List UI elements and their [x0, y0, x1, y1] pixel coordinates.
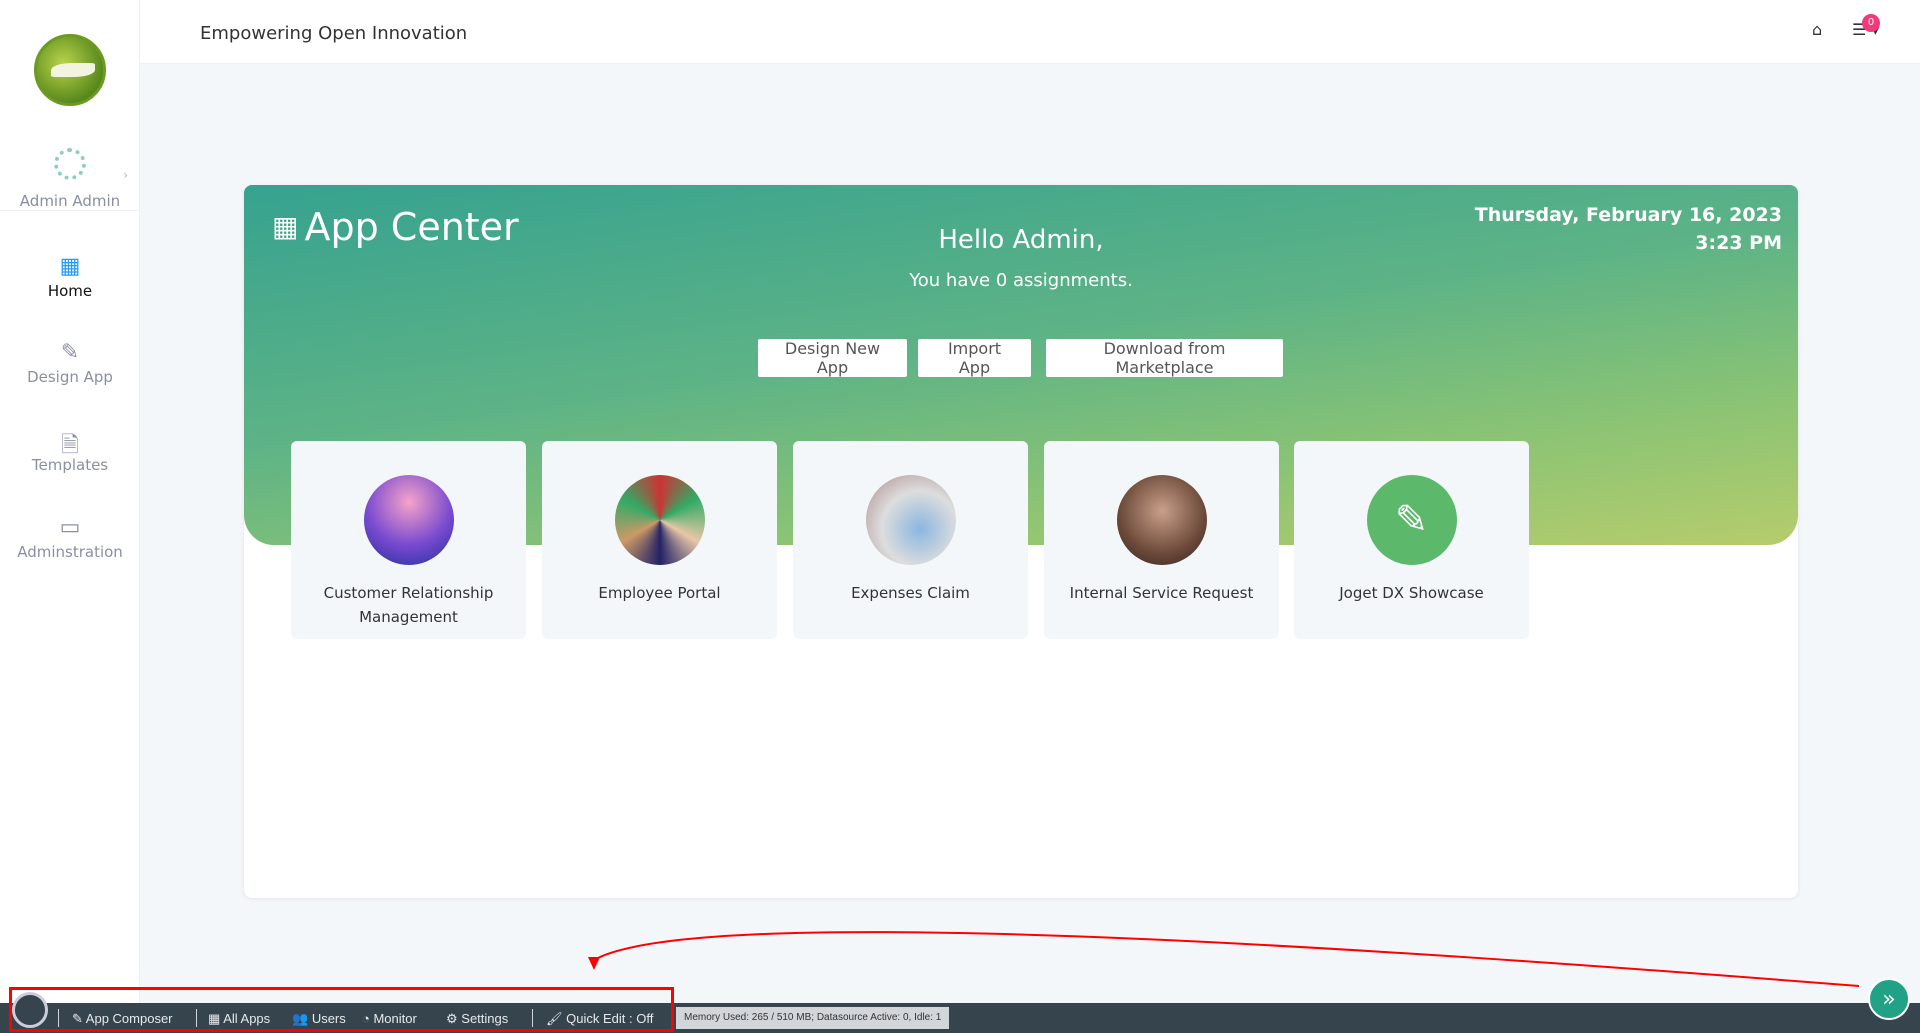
quick-edit-toggle[interactable]: 🖌 Quick Edit : Off	[546, 1011, 653, 1027]
divider	[196, 1009, 197, 1027]
double-chevron-right-icon: »	[1882, 987, 1896, 1012]
users-link[interactable]: 👥 Users	[292, 1011, 346, 1027]
edit-icon: ✎	[72, 1011, 86, 1026]
brush-icon: 🖌	[546, 1011, 567, 1026]
divider	[532, 1009, 533, 1027]
users-icon: 👥	[292, 1011, 312, 1026]
grid-icon: ▦	[208, 1011, 224, 1026]
annotation-arrow	[588, 931, 1860, 987]
memory-status: Memory Used: 265 / 510 MB; Datasource Ac…	[676, 1007, 950, 1029]
app-composer-link[interactable]: ✎ App Composer	[72, 1011, 173, 1027]
settings-link[interactable]: ⚙ Settings	[446, 1011, 508, 1027]
gauge-icon: ◔	[362, 1011, 374, 1026]
admin-bar: ✎ App Composer ▦ All Apps 👥 Users ◔ Moni…	[0, 992, 1920, 1033]
monitor-link[interactable]: ◔ Monitor	[362, 1011, 417, 1026]
all-apps-link[interactable]: ▦ All Apps	[208, 1011, 270, 1027]
divider	[58, 1009, 59, 1027]
joget-logo-icon[interactable]	[12, 992, 48, 1028]
expand-button[interactable]: »	[1868, 978, 1910, 1020]
gears-icon: ⚙	[446, 1011, 462, 1026]
